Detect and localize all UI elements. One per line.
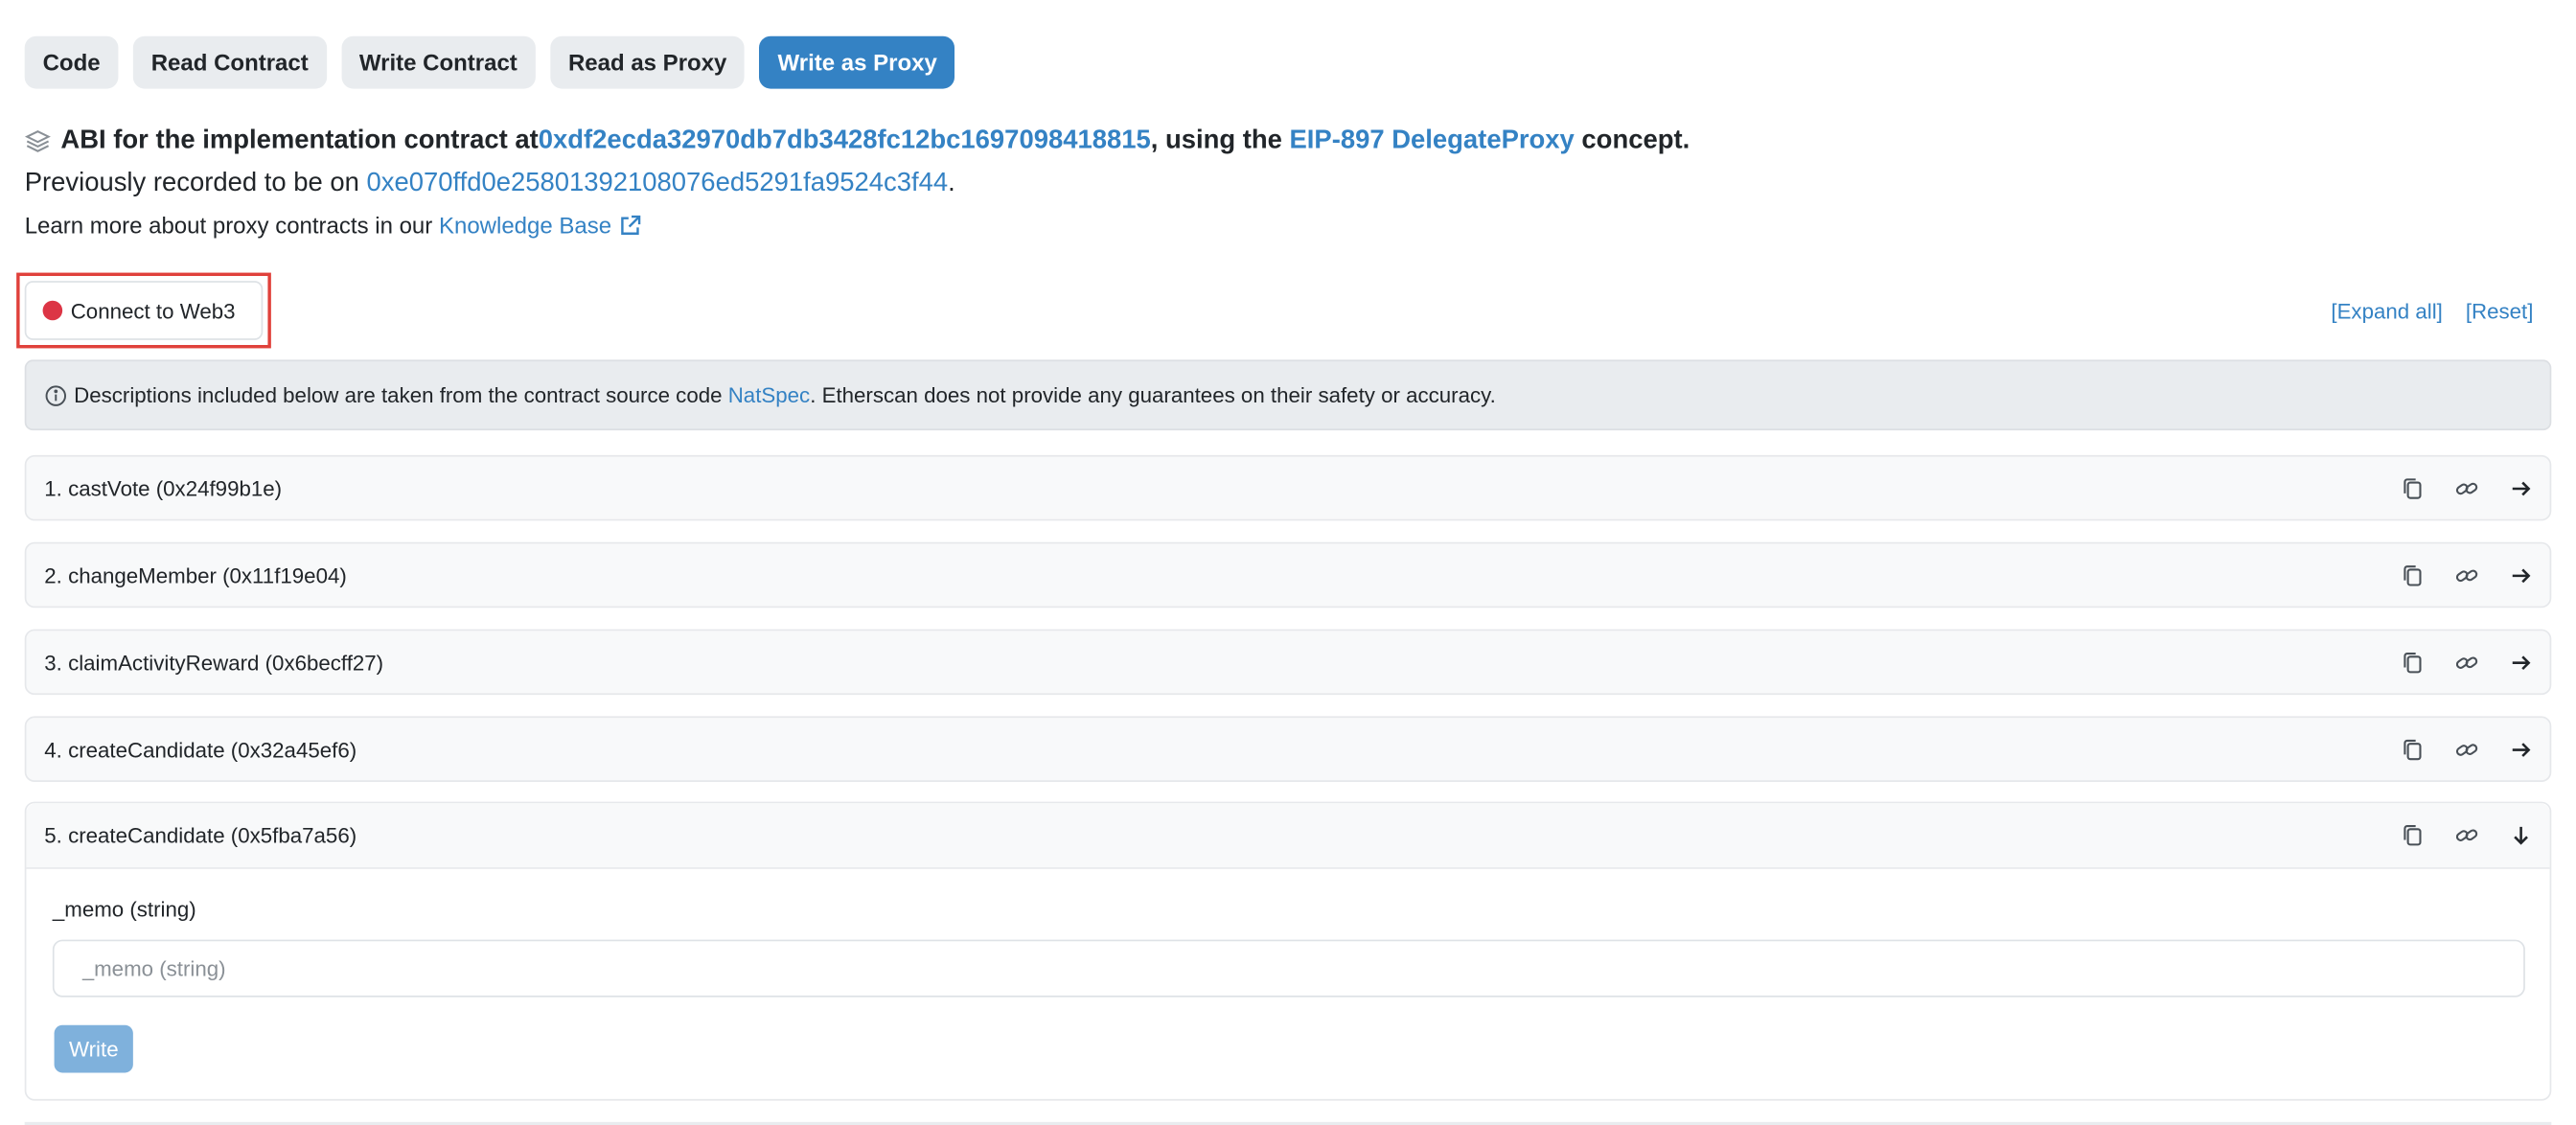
write-button[interactable]: Write [54, 1024, 134, 1073]
layers-icon [24, 129, 51, 152]
tab-write-as-proxy[interactable]: Write as Proxy [759, 35, 955, 89]
function-actions [2401, 543, 2534, 606]
tab-write-contract[interactable]: Write Contract [341, 35, 536, 89]
function-actions [2401, 718, 2534, 780]
function-name: 5. createCandidate (0x5fba7a56) [44, 822, 357, 848]
previously-prefix: Previously recorded to be on [24, 169, 367, 197]
arrow-right-icon[interactable] [2509, 562, 2534, 587]
copy-icon[interactable] [2401, 737, 2426, 762]
natspec-notice: Descriptions included below are taken fr… [24, 359, 2552, 431]
learn-more-line: Learn more about proxy contracts in our … [25, 209, 2539, 241]
connect-web3-button[interactable]: Connect to Web3 [24, 281, 264, 340]
concept-text: concept. [1574, 126, 1690, 155]
contract-panel: Code Read Contract Write Contract Read a… [0, 0, 2576, 1125]
previously-recorded-line: Previously recorded to be on 0xe070ffd0e… [25, 166, 2539, 202]
arrow-down-icon[interactable] [2509, 823, 2534, 848]
function-row-createcandidate-1[interactable]: 4. createCandidate (0x32a45ef6) [24, 716, 2552, 783]
link-icon[interactable] [2454, 823, 2479, 848]
function-row-claimactivityreward[interactable]: 3. claimActivityReward (0x6becff27) [24, 629, 2552, 696]
abi-line: ABI for the implementation contract at 0… [24, 124, 2539, 160]
external-link-icon[interactable] [618, 213, 643, 238]
function-name: 3. claimActivityReward (0x6becff27) [44, 650, 384, 675]
implementation-address-link[interactable]: 0xdf2ecda32970db7db3428fc12bc16970984188… [539, 126, 1151, 156]
function-actions [2401, 457, 2534, 519]
using-the-text: , using the [1150, 126, 1290, 155]
previous-suffix: . [948, 169, 955, 197]
learn-prefix: Learn more about proxy contracts in our [24, 212, 439, 239]
function-row-createcandidate-2[interactable]: 5. createCandidate (0x5fba7a56) [26, 803, 2550, 869]
function-row-castvote[interactable]: 1. castVote (0x24f99b1e) [24, 454, 2552, 521]
arrow-right-icon[interactable] [2509, 475, 2534, 500]
eip-897-link[interactable]: EIP-897 DelegateProxy [1290, 126, 1575, 156]
info-icon [45, 384, 67, 406]
link-icon[interactable] [2454, 475, 2479, 500]
copy-icon[interactable] [2401, 475, 2426, 500]
function-panel-createcandidate-2: 5. createCandidate (0x5fba7a56) _memo (s… [24, 801, 2552, 1101]
arrow-right-icon[interactable] [2509, 650, 2534, 675]
connect-label: Connect to Web3 [70, 298, 236, 323]
function-actions [2401, 631, 2534, 693]
function-row-changemember[interactable]: 2. changeMember (0x11f19e04) [24, 541, 2552, 608]
function-name: 1. castVote (0x24f99b1e) [44, 475, 283, 501]
function-name: 4. createCandidate (0x32a45ef6) [44, 736, 357, 762]
tab-code[interactable]: Code [24, 35, 119, 89]
notice-suffix: . Etherscan does not provide any guarant… [810, 382, 1496, 408]
copy-icon[interactable] [2401, 562, 2426, 587]
link-icon[interactable] [2454, 650, 2479, 675]
arrow-right-icon[interactable] [2509, 737, 2534, 762]
natspec-link[interactable]: NatSpec [728, 382, 811, 407]
function-name: 2. changeMember (0x11f19e04) [44, 562, 347, 587]
tab-read-as-proxy[interactable]: Read as Proxy [550, 35, 746, 89]
notice-prefix: Descriptions included below are taken fr… [74, 382, 728, 408]
disconnected-status-dot [42, 300, 63, 321]
contract-tabs: Code Read Contract Write Contract Read a… [24, 35, 955, 89]
knowledge-base-link[interactable]: Knowledge Base [439, 212, 611, 238]
memo-param-label: _memo (string) [52, 897, 196, 922]
connect-highlight: Connect to Web3 [16, 272, 271, 349]
function-actions [2401, 803, 2534, 867]
abi-prefix: ABI for the implementation contract at [60, 126, 539, 155]
reset-link[interactable]: [Reset] [2466, 299, 2534, 324]
expand-all-link[interactable]: [Expand all] [2331, 299, 2442, 324]
link-icon[interactable] [2454, 562, 2479, 587]
tab-read-contract[interactable]: Read Contract [132, 35, 327, 89]
copy-icon[interactable] [2401, 650, 2426, 675]
previous-address-link[interactable]: 0xe070ffd0e25801392108076ed5291fa9524c3f… [367, 170, 949, 199]
memo-input[interactable] [52, 939, 2525, 998]
proxy-info: ABI for the implementation contract at 0… [25, 124, 2539, 241]
copy-icon[interactable] [2401, 823, 2426, 848]
toggle-links: [Expand all] [Reset] [2331, 299, 2533, 324]
link-icon[interactable] [2454, 737, 2479, 762]
